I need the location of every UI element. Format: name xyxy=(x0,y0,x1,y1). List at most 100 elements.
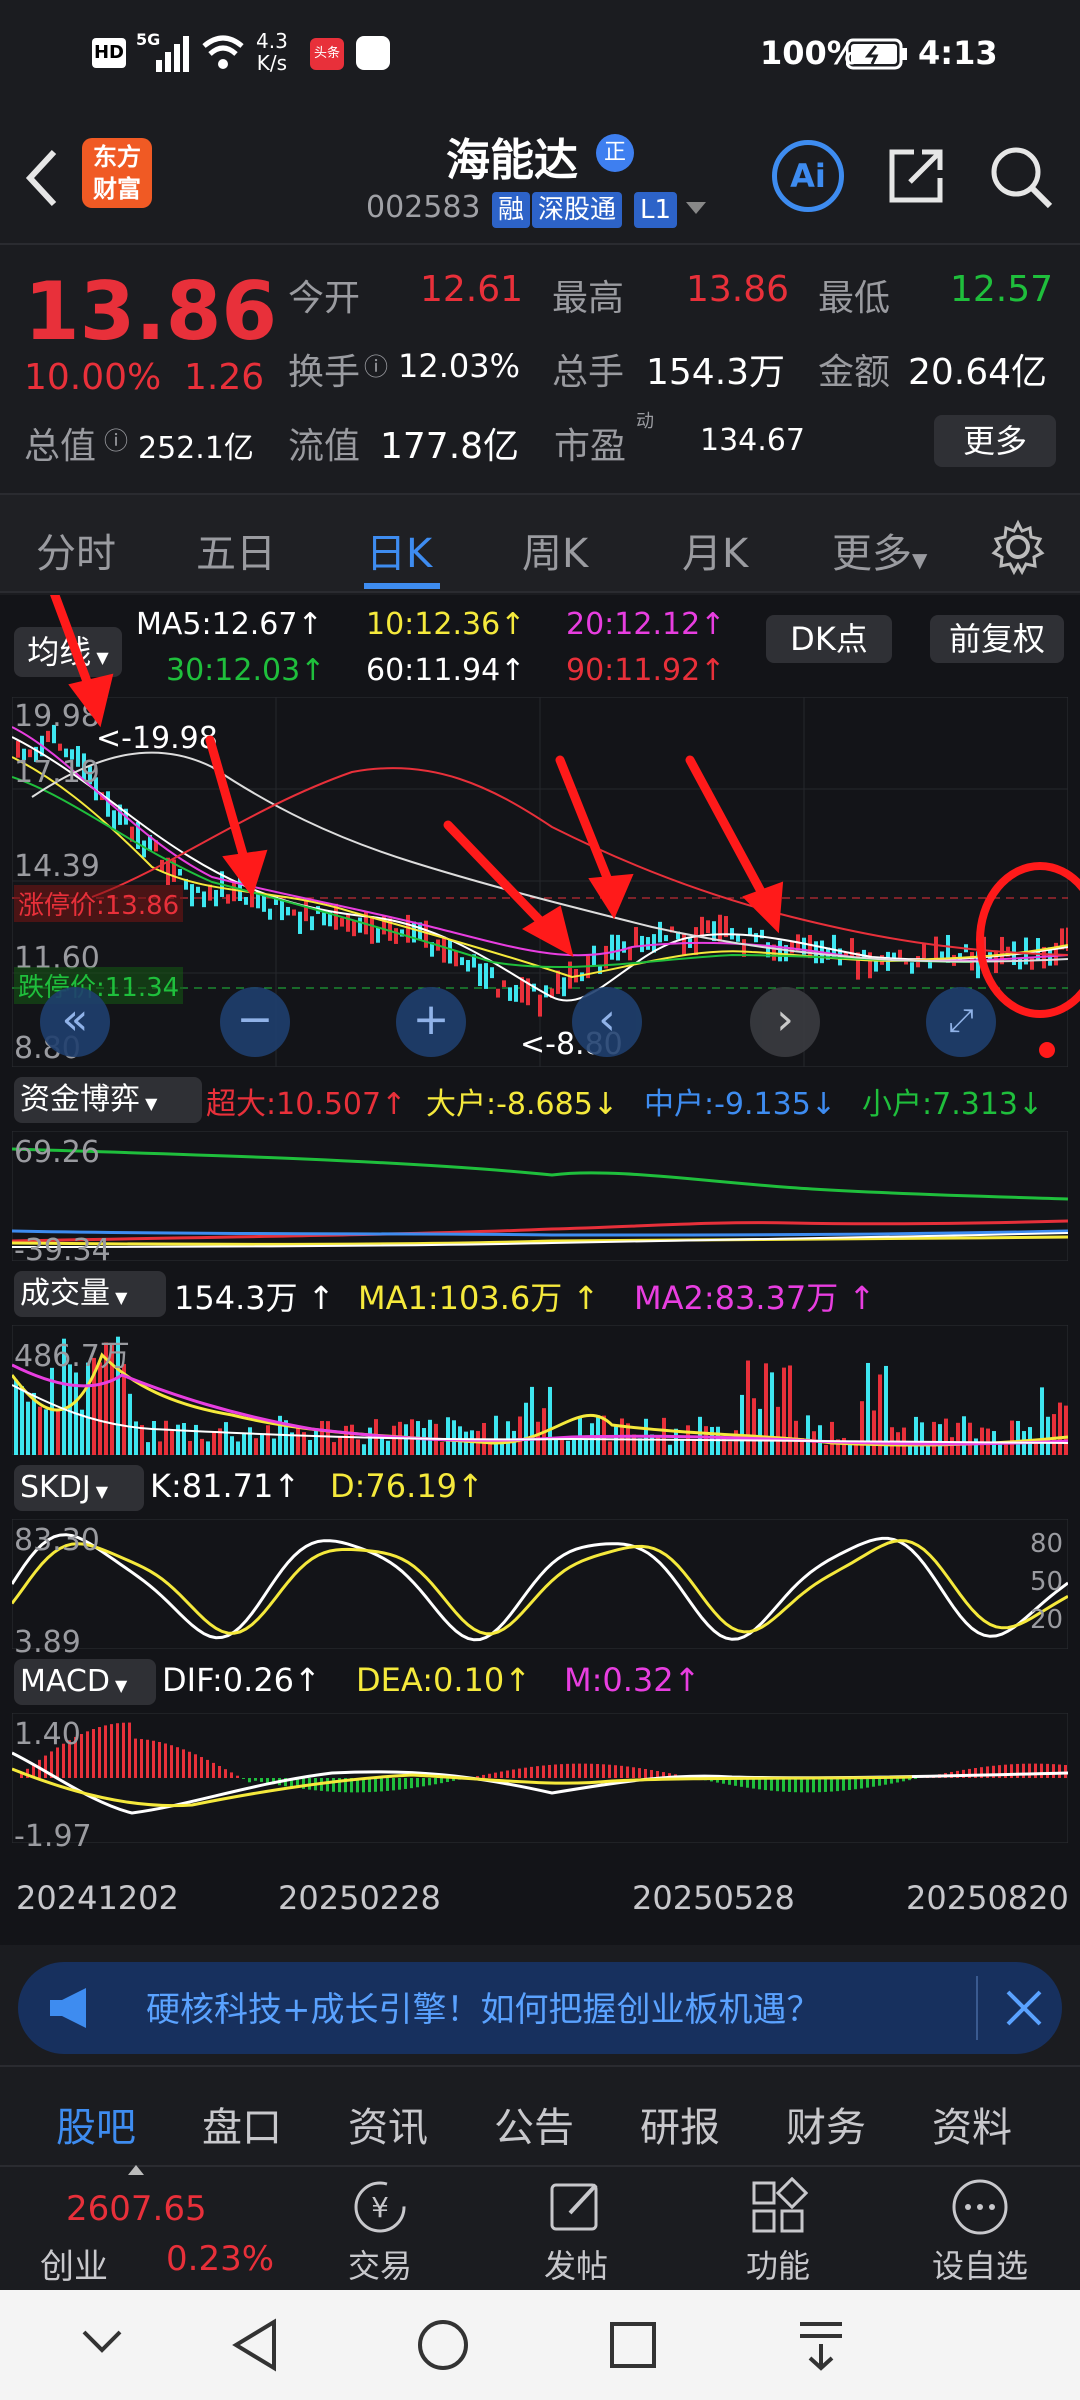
macd-bar xyxy=(572,1763,575,1778)
date-label-3: 20250528 xyxy=(632,1879,795,1917)
volume-bar xyxy=(38,1406,42,1455)
volume-selector-button[interactable]: 成交量 ▼ xyxy=(14,1271,166,1317)
volume-bar xyxy=(14,1379,18,1455)
macd-bar xyxy=(848,1778,851,1790)
index-value[interactable]: 2607.65 xyxy=(66,2189,207,2229)
subtab-profile[interactable]: 资料 xyxy=(932,2095,1012,2153)
back-arrow-icon[interactable] xyxy=(22,148,62,208)
macd-bar xyxy=(128,1722,131,1778)
volume-bar xyxy=(194,1424,198,1455)
volume-bar xyxy=(932,1421,936,1455)
tab-five-day[interactable]: 五日 xyxy=(196,521,276,579)
nav-back-icon[interactable] xyxy=(230,2318,280,2372)
volume-bar xyxy=(392,1425,396,1455)
nav-home-icon[interactable] xyxy=(416,2318,470,2372)
index-percent[interactable]: 0.23% xyxy=(166,2239,274,2279)
volume-bar xyxy=(944,1418,948,1455)
subtab-announcements[interactable]: 公告 xyxy=(494,2095,574,2153)
volume-bar xyxy=(962,1416,966,1455)
chevron-down-icon[interactable] xyxy=(684,198,708,218)
subtab-news[interactable]: 资讯 xyxy=(348,2095,428,2153)
volume-bar xyxy=(554,1437,558,1455)
volume-bar xyxy=(758,1408,762,1455)
volume-bar xyxy=(452,1420,456,1455)
ai-assistant-button[interactable]: Ai xyxy=(772,140,844,212)
volume-bar xyxy=(26,1401,30,1455)
macd-selector-button[interactable]: MACD ▼ xyxy=(14,1659,156,1705)
info-icon[interactable]: ⓘ xyxy=(364,347,388,382)
volume-bar xyxy=(182,1423,186,1455)
volume-bar xyxy=(518,1416,522,1455)
macd-canvas xyxy=(12,1713,1068,1843)
macd-bar xyxy=(374,1778,377,1792)
banner-text[interactable]: 硬核科技+成长引擎！如何把握创业板机遇？ xyxy=(146,1982,821,2031)
subtab-research[interactable]: 研报 xyxy=(640,2095,720,2153)
funds-canvas xyxy=(12,1131,1068,1261)
signal-icon xyxy=(156,36,189,72)
macd-bar xyxy=(860,1778,863,1789)
subtab-financials[interactable]: 财务 xyxy=(786,2095,866,2153)
low-value: 12.57 xyxy=(950,269,1054,310)
nav-notification-pull-icon[interactable] xyxy=(796,2318,846,2372)
volume-bar xyxy=(584,1439,588,1455)
share-icon[interactable] xyxy=(884,144,948,208)
volume-bar xyxy=(170,1430,174,1455)
kline-chart-area[interactable]: 均线 ▼ MA5:12.67↑ 10:12.36↑ 20:12.12↑ 30:1… xyxy=(0,595,1080,1945)
tab-daily-k[interactable]: 日K xyxy=(366,521,432,579)
volume-bar xyxy=(344,1425,348,1455)
funds-y-top: 69.26 xyxy=(14,1135,100,1170)
wifi-icon xyxy=(202,35,244,69)
macd-bar xyxy=(122,1722,125,1778)
tab-weekly-k[interactable]: 周K xyxy=(522,521,588,579)
macd-bar xyxy=(152,1740,155,1778)
volume-bar xyxy=(566,1440,570,1455)
macd-dea: DEA:0.10↑ xyxy=(356,1661,532,1699)
skdj-selector-button[interactable]: SKDJ ▼ xyxy=(14,1465,144,1511)
volume-bar xyxy=(164,1420,168,1455)
volume-bar xyxy=(440,1442,444,1455)
settings-gear-icon[interactable] xyxy=(990,519,1046,575)
macd-bar xyxy=(1040,1763,1043,1778)
info-icon[interactable]: ⓘ xyxy=(104,421,128,456)
collapse-chevron-icon[interactable] xyxy=(80,2326,124,2356)
macd-bar xyxy=(428,1778,431,1786)
trade-button[interactable]: ¥ 交易 xyxy=(330,2177,430,2287)
close-icon[interactable] xyxy=(1004,1988,1044,2028)
promo-banner[interactable]: 硬核科技+成长引擎！如何把握创业板机遇？ xyxy=(18,1962,1062,2054)
more-quote-button[interactable]: 更多 xyxy=(934,415,1056,467)
macd-bar xyxy=(518,1768,521,1778)
high-label: 最高 xyxy=(552,278,625,319)
functions-button[interactable]: 功能 xyxy=(728,2176,828,2287)
macd-bar xyxy=(494,1772,497,1778)
macd-bar xyxy=(602,1764,605,1778)
volume-bar xyxy=(806,1415,810,1455)
macd-bar xyxy=(110,1724,113,1778)
super-large-flow: 超大:10.507↑ xyxy=(206,1087,407,1122)
volume-bar xyxy=(158,1441,162,1455)
macd-bar xyxy=(434,1778,437,1785)
volume-bar xyxy=(254,1438,258,1455)
search-icon[interactable] xyxy=(988,144,1054,210)
tab-monthly-k[interactable]: 月K xyxy=(682,521,748,579)
index-name[interactable]: 创业 xyxy=(40,2239,108,2288)
funds-selector-button[interactable]: 资金博弈 ▼ xyxy=(14,1077,202,1123)
index-expand-icon[interactable] xyxy=(128,2165,144,2175)
macd-bar xyxy=(842,1778,845,1791)
volume-bar xyxy=(20,1386,24,1455)
volume-bar xyxy=(488,1443,492,1455)
subtab-forum[interactable]: 股吧 xyxy=(56,2095,136,2153)
nav-recents-icon[interactable] xyxy=(608,2320,658,2370)
tab-more[interactable]: 更多▼ xyxy=(832,521,927,579)
post-button[interactable]: 发帖 xyxy=(526,2177,626,2287)
last-price: 13.86 xyxy=(24,265,278,358)
macd-bar xyxy=(332,1778,335,1792)
add-watchlist-button[interactable]: 设自选 xyxy=(920,2177,1040,2287)
macd-bar xyxy=(488,1773,491,1778)
macd-bar xyxy=(254,1778,257,1781)
eastmoney-logo[interactable]: 东方 财富 xyxy=(82,138,152,208)
macd-bar xyxy=(248,1778,251,1783)
volume-bar xyxy=(752,1398,756,1455)
subtab-orderbook[interactable]: 盘口 xyxy=(202,2095,282,2153)
tab-intraday[interactable]: 分时 xyxy=(36,521,116,579)
macd-bar xyxy=(500,1771,503,1778)
